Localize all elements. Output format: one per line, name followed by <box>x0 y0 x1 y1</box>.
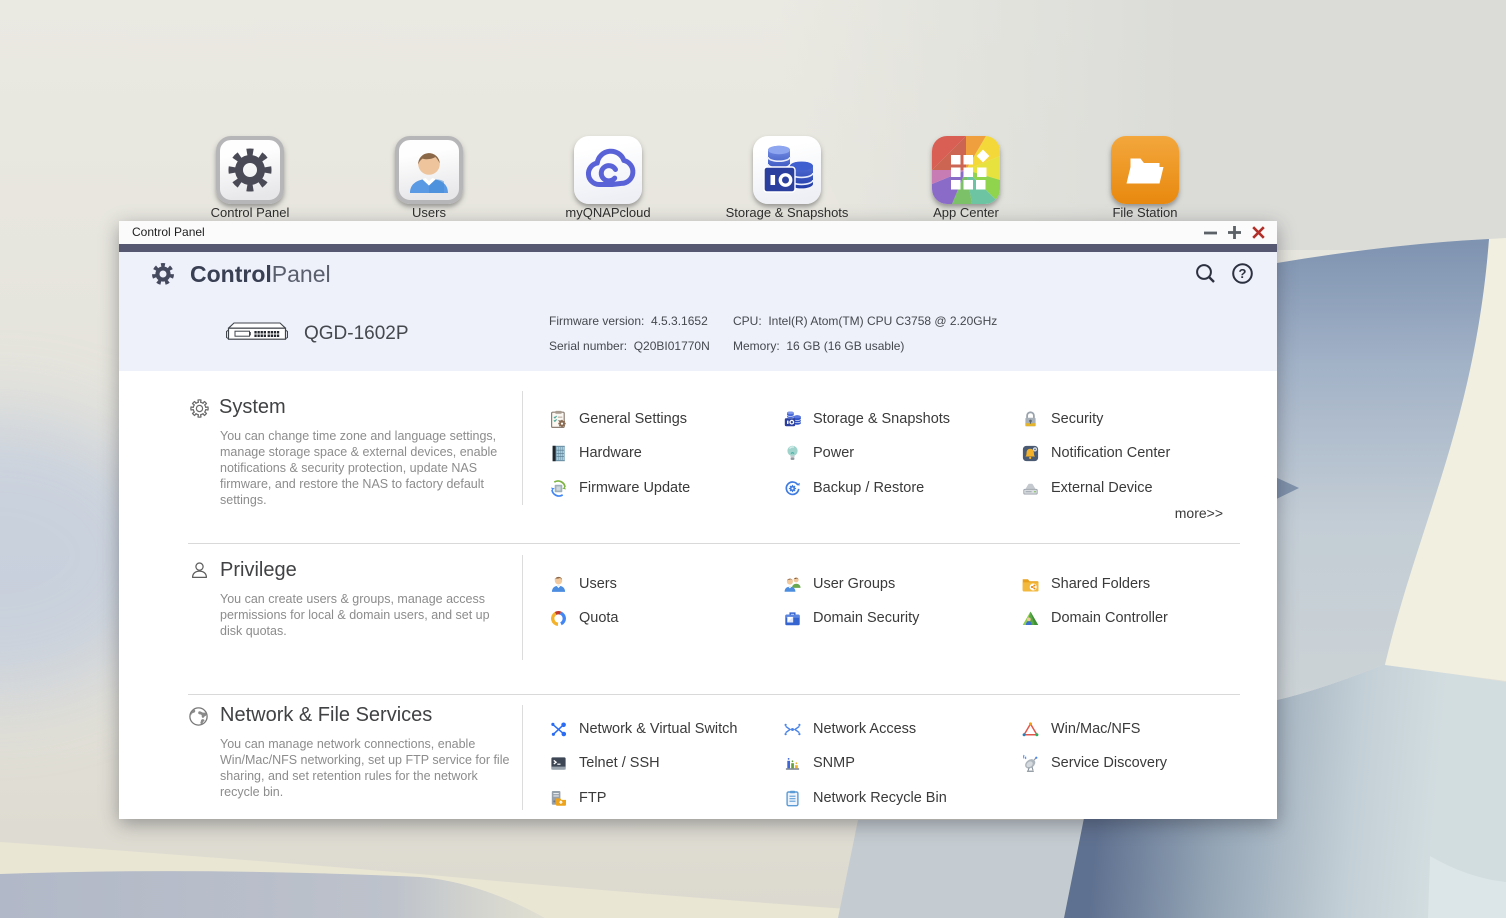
svg-text:?: ? <box>1239 266 1247 281</box>
